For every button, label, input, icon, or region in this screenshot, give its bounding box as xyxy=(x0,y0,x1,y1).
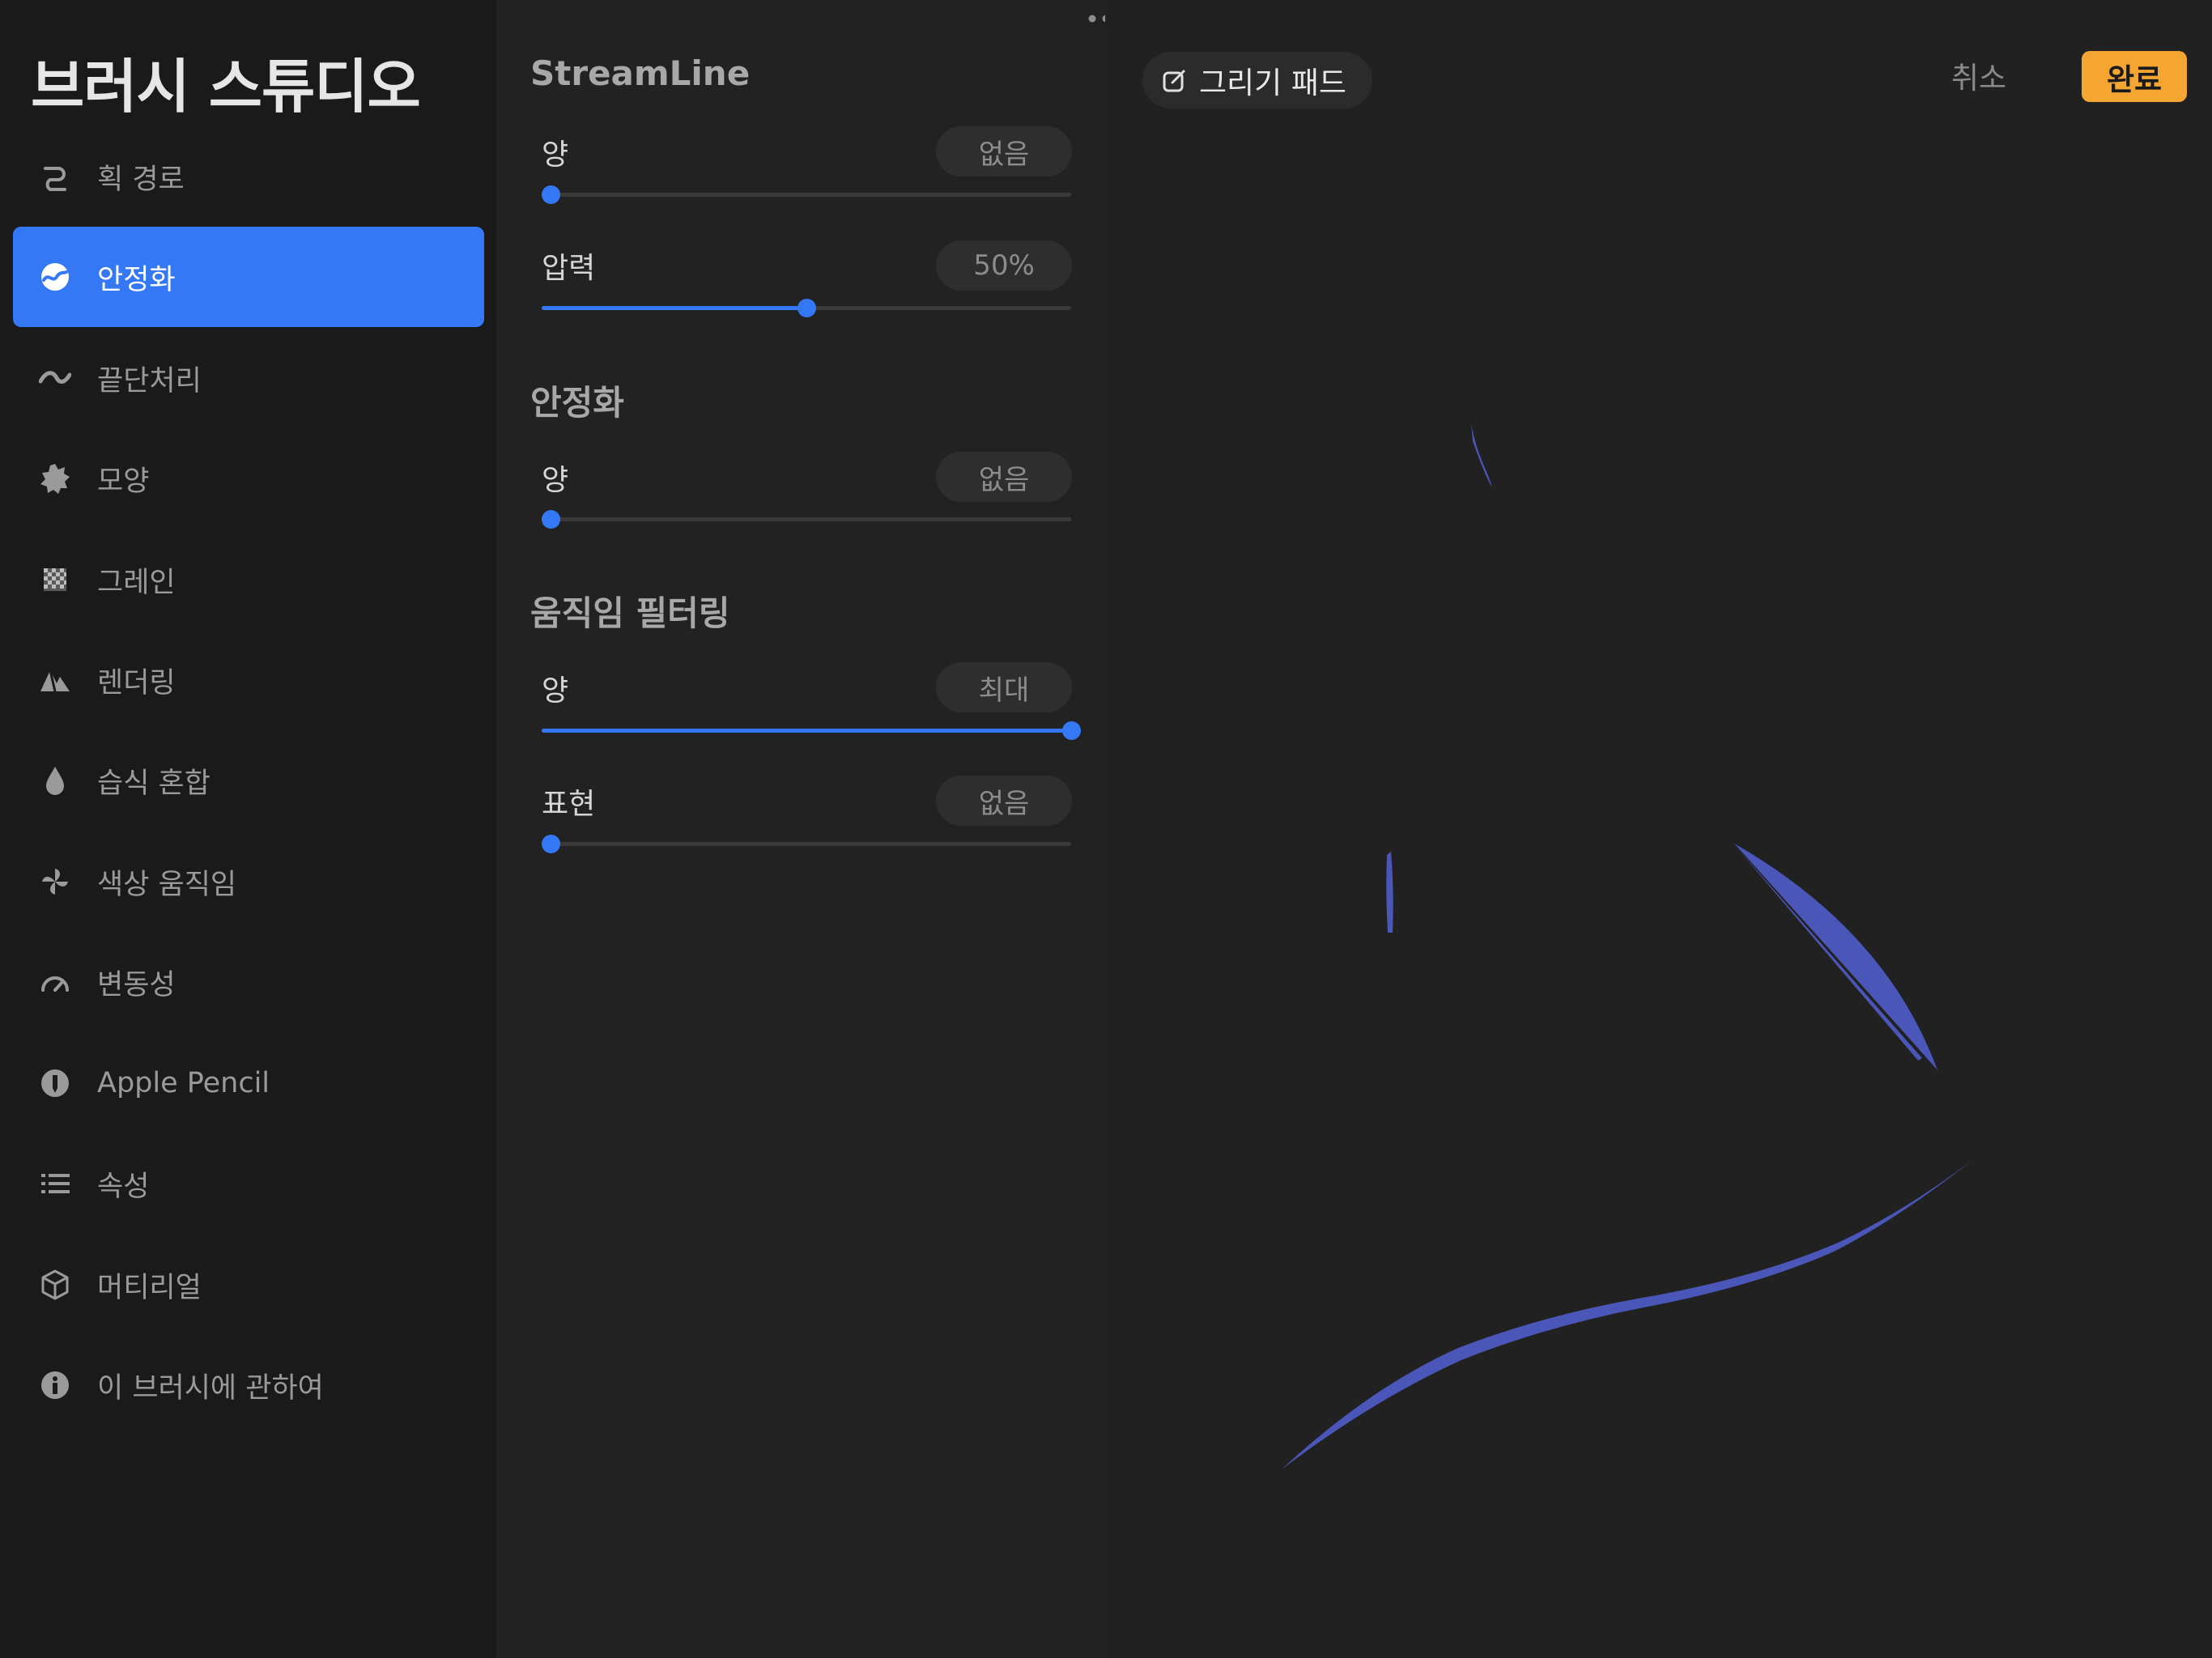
sidebar-item-about[interactable]: 이 브러시에 관하여 xyxy=(13,1335,484,1435)
grain-icon xyxy=(39,563,71,596)
done-button[interactable]: 완료 xyxy=(2082,51,2187,102)
motion-filtering-expression-value[interactable]: 없음 xyxy=(936,776,1072,826)
sidebar-item-grain[interactable]: 그레인 xyxy=(13,529,484,630)
sidebar-item-stabilization[interactable]: 안정화 xyxy=(13,227,484,327)
slider-thumb[interactable] xyxy=(542,835,560,853)
drawing-pad-label: 그리기 패드 xyxy=(1199,66,1346,100)
stabilization-amount-label: 양 xyxy=(542,464,569,497)
sidebar-item-rendering[interactable]: 렌더링 xyxy=(13,630,484,730)
sidebar-item-label: 변동성 xyxy=(97,968,176,1001)
streamline-pressure-label: 압력 xyxy=(542,252,596,285)
streamline-amount-value[interactable]: 없음 xyxy=(936,126,1072,176)
materials-icon xyxy=(39,1269,71,1301)
drawing-pad-chip[interactable]: 그리기 패드 xyxy=(1142,52,1372,108)
stroke-path-icon xyxy=(39,160,71,193)
brush-stroke xyxy=(1736,847,1922,1061)
slider-track xyxy=(542,842,1071,846)
sidebar-item-stroke-path[interactable]: 획 경로 xyxy=(13,126,484,227)
sidebar-item-label: 끝단처리 xyxy=(97,364,202,397)
section-title-stabilization: 안정화 xyxy=(530,383,624,423)
taper-icon xyxy=(39,362,71,394)
sidebar-item-label: 안정화 xyxy=(97,263,176,296)
motion-filtering-amount-value[interactable]: 최대 xyxy=(936,662,1072,712)
slider-track xyxy=(542,193,1071,197)
section-title-streamline: StreamLine xyxy=(530,53,751,93)
streamline-pressure-slider[interactable] xyxy=(542,296,1071,319)
sidebar-item-label: 습식 혼합 xyxy=(97,767,211,800)
brush-stroke xyxy=(1386,852,1393,933)
slider-fill xyxy=(542,729,1071,733)
sidebar-item-label: 이 브러시에 관하여 xyxy=(97,1371,324,1405)
drawing-pad[interactable]: 그리기 패드 취소 완료 xyxy=(1105,0,2212,1658)
drawing-canvas[interactable] xyxy=(1105,0,2212,1658)
motion-filtering-expression-label: 표현 xyxy=(542,788,596,821)
sidebar-item-color-dynamics[interactable]: 색상 움직임 xyxy=(13,831,484,932)
color-dynamics-icon xyxy=(39,865,71,898)
sidebar-item-label: 획 경로 xyxy=(97,163,185,196)
apple-pencil-icon xyxy=(39,1067,71,1099)
motion-filtering-expression-slider[interactable] xyxy=(542,832,1071,855)
stabilization-amount-slider[interactable] xyxy=(542,508,1071,530)
sidebar-item-shape[interactable]: 모양 xyxy=(13,428,484,529)
streamline-amount-label: 양 xyxy=(542,138,569,172)
sidebar-item-properties[interactable]: 속성 xyxy=(13,1133,484,1234)
studio-title: 브러시 스튜디오 xyxy=(31,53,421,121)
sidebar-item-taper[interactable]: 끝단처리 xyxy=(13,328,484,428)
sidebar: 브러시 스튜디오 획 경로 안정화 끝단처리 모양 그레인 렌더링 습식 혼합 … xyxy=(0,0,496,1658)
sidebar-item-label: Apple Pencil xyxy=(97,1067,270,1099)
edit-icon xyxy=(1163,70,1185,92)
slider-thumb[interactable] xyxy=(542,185,560,204)
brush-stroke xyxy=(1734,844,1938,1070)
motion-filtering-amount-slider[interactable] xyxy=(542,719,1081,742)
properties-icon xyxy=(39,1167,71,1200)
sidebar-item-label: 그레인 xyxy=(97,566,176,599)
sidebar-item-label: 모양 xyxy=(97,465,150,498)
streamline-amount-slider[interactable] xyxy=(542,183,1071,206)
dynamics-icon xyxy=(39,966,71,998)
slider-thumb[interactable] xyxy=(798,299,816,317)
sidebar-item-apple-pencil[interactable]: Apple Pencil xyxy=(13,1033,484,1133)
cancel-button[interactable]: 취소 xyxy=(1951,52,2006,99)
stabilization-icon xyxy=(39,261,71,293)
wet-mix-icon xyxy=(39,764,71,797)
brush-stroke xyxy=(1471,423,1492,487)
sidebar-item-materials[interactable]: 머티리얼 xyxy=(13,1235,484,1335)
sidebar-item-wet-mix[interactable]: 습식 혼합 xyxy=(13,730,484,831)
section-title-motion-filtering: 움직임 필터링 xyxy=(530,593,730,633)
shape-icon xyxy=(39,462,71,495)
settings-panel: StreamLine 양 없음 압력 50% 안정화 양 없음 움직임 필터링 … xyxy=(496,0,1105,1658)
sidebar-item-label: 색상 움직임 xyxy=(97,868,237,901)
slider-fill xyxy=(542,306,806,310)
sidebar-item-label: 렌더링 xyxy=(97,666,176,699)
motion-filtering-amount-label: 양 xyxy=(542,674,569,708)
slider-thumb[interactable] xyxy=(1062,721,1081,740)
brush-stroke xyxy=(1282,1158,1976,1469)
rendering-icon xyxy=(39,664,71,696)
streamline-pressure-value[interactable]: 50% xyxy=(936,240,1072,291)
sidebar-item-label: 속성 xyxy=(97,1170,150,1203)
slider-thumb[interactable] xyxy=(542,510,560,529)
sidebar-item-dynamics[interactable]: 변동성 xyxy=(13,932,484,1032)
stabilization-amount-value[interactable]: 없음 xyxy=(936,452,1072,502)
slider-track xyxy=(542,517,1071,521)
sidebar-item-label: 머티리얼 xyxy=(97,1271,202,1304)
info-icon xyxy=(39,1369,71,1401)
brush-studio-window: 브러시 스튜디오 획 경로 안정화 끝단처리 모양 그레인 렌더링 습식 혼합 … xyxy=(0,0,2212,1658)
